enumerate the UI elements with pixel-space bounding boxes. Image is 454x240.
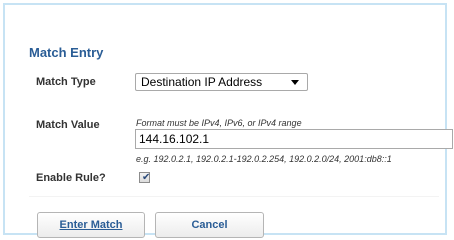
chevron-down-icon — [291, 80, 299, 85]
cancel-button[interactable]: Cancel — [155, 212, 264, 238]
example-text: e.g. 192.0.2.1, 192.0.2.1-192.0.2.254, 1… — [136, 154, 392, 164]
enable-rule-label: Enable Rule? — [36, 172, 106, 184]
page-title: Match Entry — [29, 45, 104, 60]
match-value-label: Match Value — [36, 119, 100, 131]
match-entry-panel: Match Entry Match Type Destination IP Ad… — [3, 3, 453, 238]
match-type-label: Match Type — [36, 76, 96, 88]
enter-match-button[interactable]: Enter Match — [37, 212, 145, 238]
match-value-input[interactable]: 144.16.102.1 — [135, 129, 453, 149]
match-type-select[interactable]: Destination IP Address — [135, 73, 308, 91]
divider — [29, 196, 439, 197]
match-type-selected-value: Destination IP Address — [141, 75, 263, 89]
enable-rule-checkbox[interactable]: ✔ — [139, 172, 150, 183]
format-hint: Format must be IPv4, IPv6, or IPv4 range — [136, 118, 302, 128]
checkmark-icon: ✔ — [142, 172, 151, 183]
